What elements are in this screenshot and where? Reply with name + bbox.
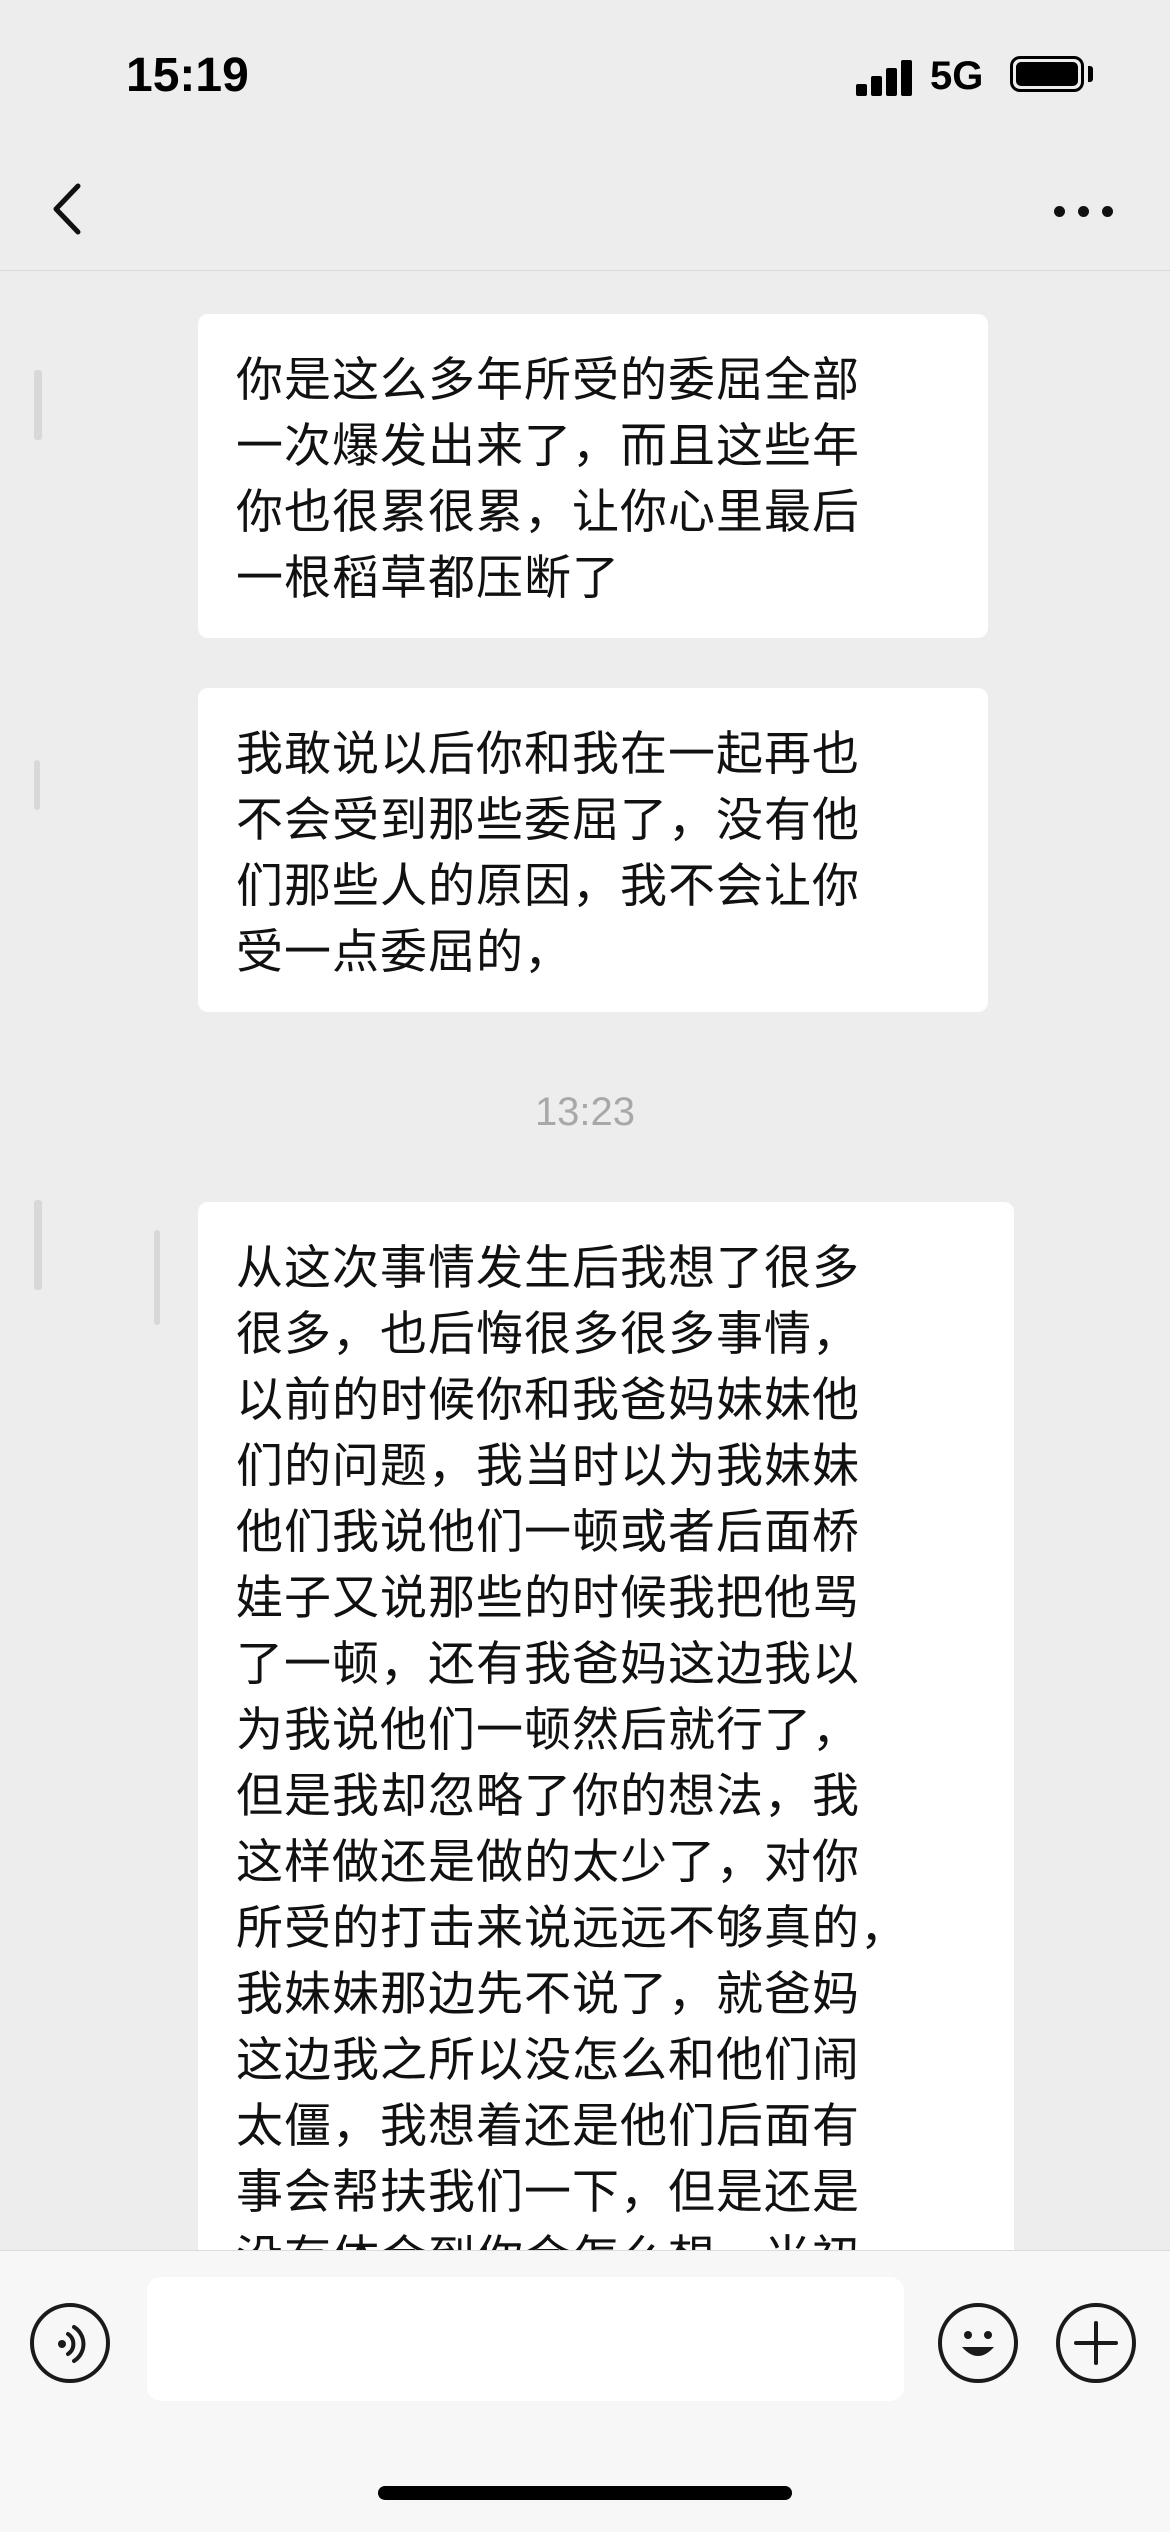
home-indicator: [378, 2486, 792, 2500]
status-bar: 15:19 5G: [0, 0, 1170, 150]
chevron-left-icon[interactable]: [40, 174, 100, 244]
avatar[interactable]: [34, 370, 42, 440]
message-bubble[interactable]: 从这次事情发生后我想了很多 很多，也后悔很多很多事情， 以前的时候你和我爸妈妹妹…: [198, 1202, 1014, 2262]
status-time: 15:19: [126, 49, 249, 102]
message-bubble[interactable]: 我敢说以后你和我在一起再也 不会受到那些委屈了，没有他 们那些人的原因，我不会让…: [198, 688, 988, 1012]
more-horizontal-icon[interactable]: [1050, 190, 1120, 230]
message-bubble[interactable]: 你是这么多年所受的委屈全部 一次爆发出来了，而且这些年 你也很累很累，让你心里最…: [198, 314, 988, 638]
signal-icon: [856, 58, 916, 96]
chat-screen: 15:19 5G 你是这么多年所受的委屈全部 一次爆发出来了，而且这些年 你也很…: [0, 0, 1170, 2532]
message-input[interactable]: [147, 2277, 904, 2401]
battery-icon: [1010, 56, 1084, 92]
avatar[interactable]: [34, 1200, 42, 1290]
battery-cap: [1088, 66, 1093, 82]
voice-icon[interactable]: [30, 2303, 110, 2383]
plus-icon[interactable]: [1056, 2303, 1136, 2383]
network-type: 5G: [930, 54, 984, 98]
emoji-icon[interactable]: [938, 2303, 1018, 2383]
avatar[interactable]: [34, 760, 40, 810]
message-timestamp: 13:23: [534, 1090, 636, 1134]
nav-bar: [0, 150, 1170, 271]
avatar[interactable]: [154, 1230, 160, 1325]
